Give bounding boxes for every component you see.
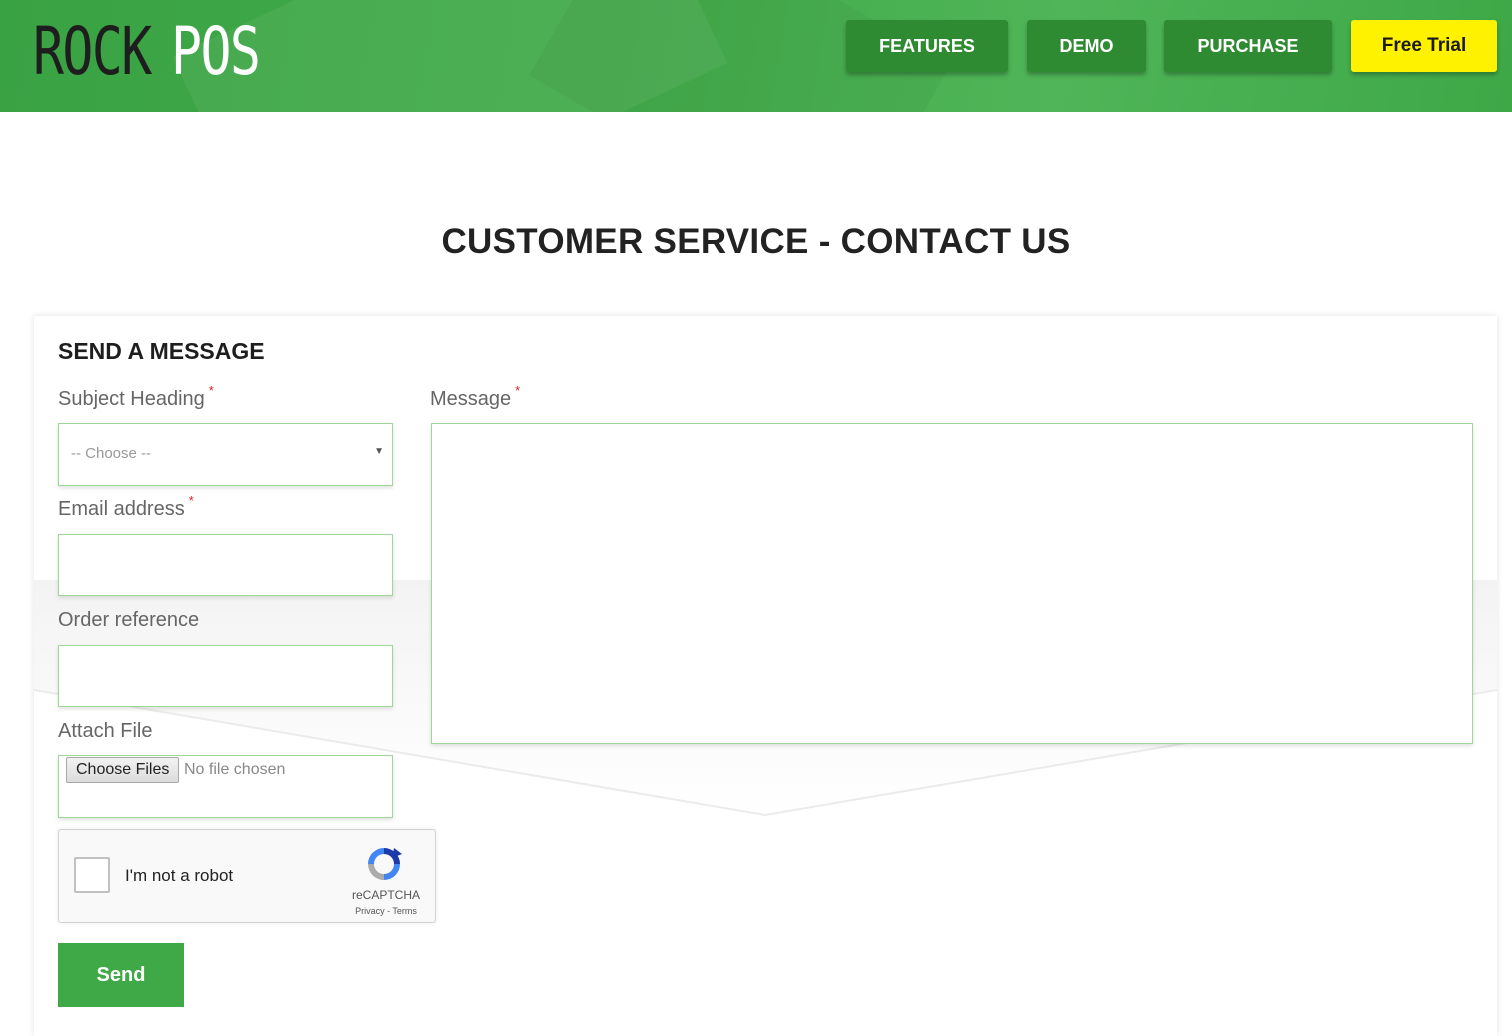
order-reference-label: Order reference bbox=[58, 609, 200, 631]
nav-purchase-button[interactable]: PURCHASE bbox=[1164, 20, 1332, 72]
attach-file-label: Attach File bbox=[58, 720, 153, 742]
email-label: Email address * bbox=[58, 493, 194, 521]
required-mark: * bbox=[188, 493, 194, 508]
message-textarea[interactable] bbox=[431, 423, 1473, 744]
subject-label-text: Subject Heading bbox=[58, 388, 205, 410]
email-label-text: Email address bbox=[58, 498, 185, 520]
site-header: ROCK POS FEATURES DEMO PURCHASE Free Tri… bbox=[0, 0, 1512, 112]
chevron-down-icon: ▼ bbox=[374, 446, 384, 457]
logo-text-pos: POS bbox=[171, 12, 261, 90]
required-mark: * bbox=[208, 383, 214, 398]
subject-select-value: -- Choose -- bbox=[71, 445, 152, 462]
choose-files-button[interactable]: Choose Files bbox=[66, 757, 180, 783]
recaptcha-brand: reCAPTCHA bbox=[351, 888, 420, 902]
file-status-text: No file chosen bbox=[184, 761, 286, 778]
page-title: CUSTOMER SERVICE - CONTACT US bbox=[441, 222, 1071, 261]
recaptcha-widget: I'm not a robot reCAPTCHA Privacy - Term… bbox=[58, 829, 436, 923]
required-mark: * bbox=[515, 383, 521, 398]
message-label: Message * bbox=[430, 383, 520, 411]
nav-features-button[interactable]: FEATURES bbox=[846, 20, 1008, 72]
recaptcha-checkbox[interactable] bbox=[74, 857, 110, 893]
recaptcha-privacy-terms-links[interactable]: Privacy - Terms bbox=[341, 906, 431, 916]
email-field[interactable] bbox=[58, 534, 393, 596]
recaptcha-label: I'm not a robot bbox=[125, 866, 234, 885]
message-label-text: Message bbox=[430, 388, 512, 410]
order-reference-field[interactable] bbox=[58, 645, 393, 707]
logo-text-rock: ROCK bbox=[33, 12, 152, 90]
recaptcha-logo-icon bbox=[368, 848, 402, 880]
subject-select[interactable]: -- Choose -- ▼ bbox=[58, 423, 393, 486]
send-button[interactable]: Send bbox=[58, 943, 184, 1007]
rock-pos-logo[interactable]: ROCK POS bbox=[33, 12, 261, 90]
form-heading: SEND A MESSAGE bbox=[58, 338, 265, 364]
subject-label: Subject Heading * bbox=[58, 383, 214, 411]
nav-demo-button[interactable]: DEMO bbox=[1027, 20, 1146, 72]
nav-free-trial-button[interactable]: Free Trial bbox=[1351, 20, 1497, 72]
attach-file-field: Choose Files No file chosen bbox=[58, 755, 393, 818]
